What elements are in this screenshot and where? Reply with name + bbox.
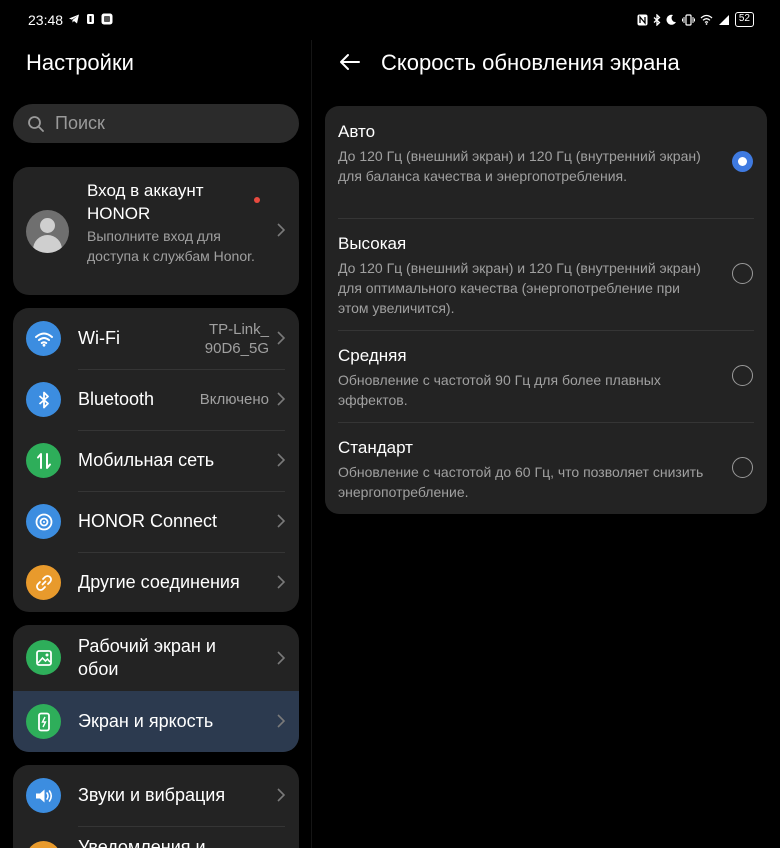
sidebar-item-label: Bluetooth <box>78 389 155 409</box>
notifications-icon <box>26 841 61 848</box>
bluetooth-status-icon <box>653 13 661 26</box>
option-description: Обновление с частотой 90 Гц для более пл… <box>338 372 661 408</box>
chevron-right-icon <box>277 714 285 728</box>
signal-icon <box>718 14 729 25</box>
sidebar-item-label: Уведомления и <box>78 837 206 848</box>
chevron-right-icon <box>277 223 285 237</box>
option-standard[interactable]: Стандарт Обновление с частотой до 60 Гц,… <box>325 422 767 514</box>
sidebar-item-mobile-network[interactable]: Мобильная сеть <box>13 430 299 491</box>
settings-title: Настройки <box>26 50 134 75</box>
chevron-right-icon <box>277 453 285 467</box>
vibrate-icon <box>681 13 695 26</box>
mobile-data-icon <box>26 443 61 478</box>
do-not-disturb-icon <box>666 14 676 25</box>
option-description: До 120 Гц (внешний экран) и 120 Гц (внут… <box>338 260 701 316</box>
chevron-right-icon <box>277 514 285 528</box>
radio-auto[interactable] <box>732 151 753 172</box>
refresh-rate-options: Авто До 120 Гц (внешний экран) и 120 Гц … <box>325 106 767 514</box>
sidebar-item-wifi[interactable]: Wi-Fi TP-Link_ 90D6_5G <box>13 308 299 369</box>
avatar <box>26 210 69 253</box>
radio-high[interactable] <box>732 263 753 284</box>
option-high[interactable]: Высокая До 120 Гц (внешний экран) и 120 … <box>325 218 767 330</box>
honor-account-card[interactable]: Вход в аккаунт HONOR Выполните вход для … <box>13 167 299 295</box>
option-title: Стандарт <box>338 438 413 457</box>
sidebar-item-bluetooth[interactable]: Bluetooth Включено <box>13 369 299 430</box>
sidebar-item-label: Другие соединения <box>78 572 240 592</box>
chevron-right-icon <box>277 392 285 406</box>
back-arrow-icon[interactable] <box>338 50 362 74</box>
wallpaper-icon <box>26 640 61 675</box>
honor-connect-icon <box>26 504 61 539</box>
sound-group: Звуки и вибрация Уведомления и <box>13 765 299 848</box>
radio-standard[interactable] <box>732 457 753 478</box>
sidebar-item-notifications[interactable]: Уведомления и <box>13 826 299 848</box>
search-placeholder: Поиск <box>55 113 105 133</box>
sidebar-item-display-brightness[interactable]: Экран и яркость <box>13 691 299 752</box>
battery-indicator: 52 <box>734 12 754 27</box>
sidebar-item-honor-connect[interactable]: HONOR Connect <box>13 491 299 552</box>
notification-dot <box>254 197 260 203</box>
sidebar-item-label: Мобильная сеть <box>78 450 215 470</box>
option-title: Средняя <box>338 346 407 365</box>
option-title: Авто <box>338 122 376 141</box>
account-subtitle: Выполните вход для доступа к службам Hon… <box>87 228 255 264</box>
bluetooth-status: Включено <box>199 391 269 408</box>
sidebar-item-label: HONOR Connect <box>78 511 218 531</box>
pane-divider <box>311 40 312 848</box>
chevron-right-icon <box>277 651 285 665</box>
option-title: Высокая <box>338 234 407 253</box>
sound-icon <box>26 778 61 813</box>
sidebar-item-sound-vibration[interactable]: Звуки и вибрация <box>13 765 299 826</box>
bluetooth-icon <box>26 382 61 417</box>
sidebar-item-other-connections[interactable]: Другие соединения <box>13 552 299 612</box>
link-icon <box>26 565 61 600</box>
wifi-icon <box>26 321 61 356</box>
settings-sidebar: Настройки Поиск Вход в аккаунт HONOR Вып… <box>0 0 312 848</box>
sidebar-item-label: Рабочий экран и обои <box>78 636 216 679</box>
option-medium[interactable]: Средняя Обновление с частотой 90 Гц для … <box>325 330 767 422</box>
sidebar-item-home-screen-wallpaper[interactable]: Рабочий экран и обои <box>13 625 299 691</box>
chevron-right-icon <box>277 788 285 802</box>
sidebar-item-label: Экран и яркость <box>78 711 214 731</box>
option-description: Обновление с частотой до 60 Гц, что позв… <box>338 464 704 500</box>
wifi-network-name: TP-Link_ 90D6_5G <box>204 320 269 357</box>
account-title: Вход в аккаунт HONOR <box>87 181 204 223</box>
status-right-icons: 52 <box>637 12 754 27</box>
nfc-icon <box>637 14 648 25</box>
chevron-right-icon <box>277 331 285 345</box>
page-title: Скорость обновления экрана <box>381 50 680 75</box>
chevron-right-icon <box>277 575 285 589</box>
option-description: До 120 Гц (внешний экран) и 120 Гц (внут… <box>338 148 701 184</box>
wifi-status-icon <box>700 14 713 25</box>
sidebar-item-label: Звуки и вибрация <box>78 785 226 805</box>
radio-medium[interactable] <box>732 365 753 386</box>
display-icon <box>26 704 61 739</box>
sidebar-item-label: Wi-Fi <box>78 328 120 348</box>
option-auto[interactable]: Авто До 120 Гц (внешний экран) и 120 Гц … <box>325 106 767 218</box>
display-group: Рабочий экран и обои Экран и яркость <box>13 625 299 752</box>
search-icon <box>28 115 44 132</box>
connections-group: Wi-Fi TP-Link_ 90D6_5G Bluetooth Включен… <box>13 308 299 612</box>
search-bar[interactable]: Поиск <box>13 104 299 143</box>
